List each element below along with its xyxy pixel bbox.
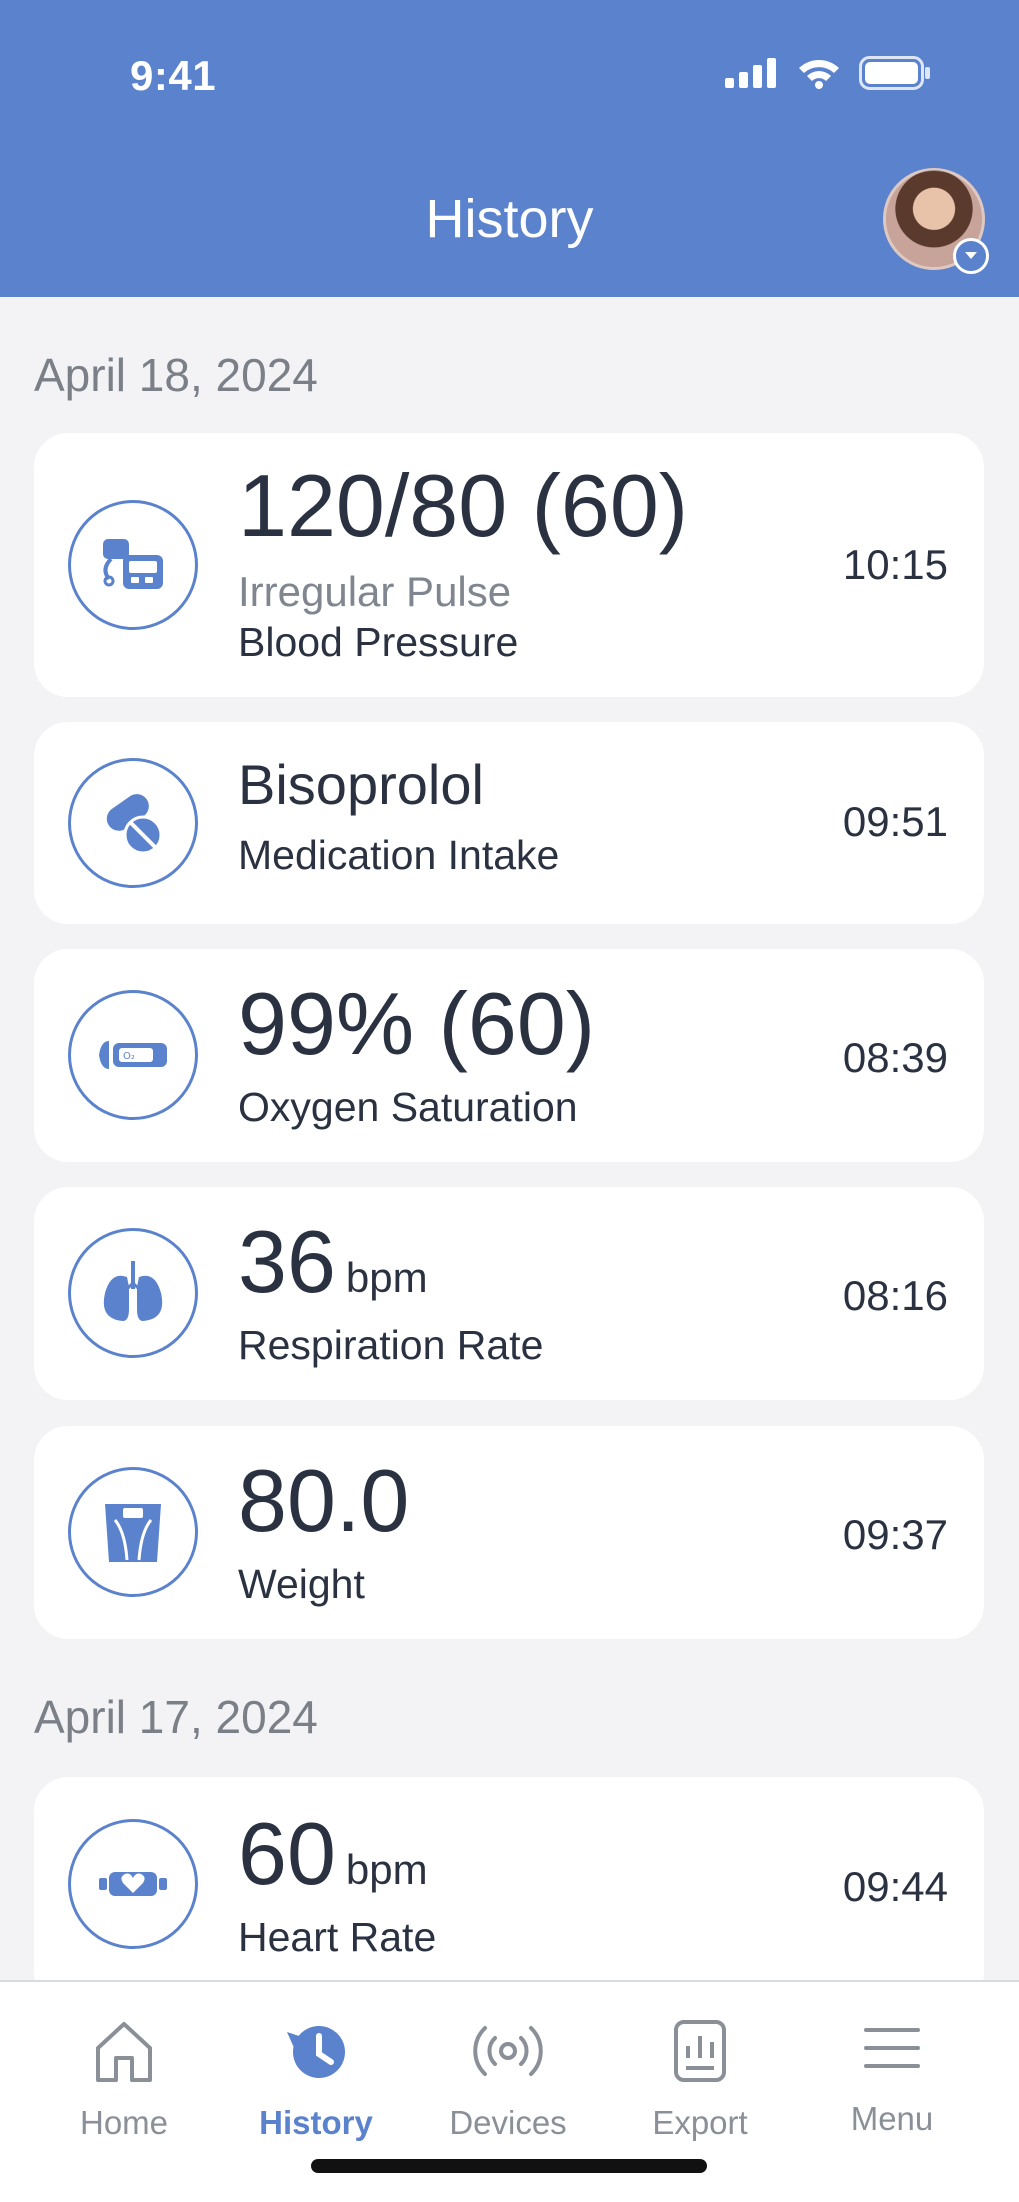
date-heading: April 17, 2024 [34, 1691, 318, 1743]
status-time: 9:41 [130, 52, 217, 99]
page-title: History [425, 189, 594, 249]
history-icon [220, 2018, 412, 2084]
export-icon [604, 2018, 796, 2084]
tab-label: Menu [850, 2100, 934, 2137]
home-indicator [311, 2159, 707, 2173]
history-entry-weight[interactable]: 80.0 Weight 09:37 [34, 1426, 984, 1639]
entry-note: Irregular Pulse [238, 568, 512, 615]
history-entry-heart-rate[interactable]: 60 bpm Heart Rate 09:44 [34, 1777, 984, 2007]
entry-time: 08:16 [842, 1272, 948, 1319]
entry-value: 120/80 (60) [238, 456, 689, 555]
app-header: 9:41 History [0, 0, 1019, 297]
entry-value: Bisoprolol [238, 753, 484, 816]
tab-label: Home [79, 2104, 169, 2141]
status-icons [725, 56, 931, 90]
chevron-down-icon[interactable] [953, 238, 989, 274]
cellular-signal-icon [725, 58, 776, 88]
entry-label: Heart Rate [238, 1914, 437, 1960]
entry-value-number: 60 [238, 1804, 336, 1903]
tab-menu[interactable]: Menu [796, 1982, 988, 2142]
entry-label: Blood Pressure [238, 619, 519, 665]
lungs-icon [68, 1228, 198, 1358]
pill-icon [68, 758, 198, 888]
devices-icon [412, 2018, 604, 2084]
date-heading: April 18, 2024 [34, 349, 318, 401]
tab-export[interactable]: Export [604, 1982, 796, 2142]
home-icon [28, 2018, 220, 2084]
entry-label: Medication Intake [238, 832, 560, 878]
tab-label: Export [652, 2104, 748, 2141]
entry-label: Respiration Rate [238, 1322, 544, 1368]
entry-value-number: 36 [238, 1212, 336, 1311]
tab-label: History [259, 2104, 373, 2141]
tab-history[interactable]: History [220, 1982, 412, 2142]
entry-time: 09:37 [842, 1511, 948, 1558]
blood-pressure-monitor-icon [68, 500, 198, 630]
menu-icon [796, 2018, 988, 2078]
weight-scale-icon [68, 1467, 198, 1597]
entry-unit: bpm [345, 1846, 428, 1893]
entry-time: 09:44 [842, 1863, 948, 1910]
entry-value: 60 bpm [238, 1803, 428, 1905]
tab-label: Devices [449, 2104, 567, 2141]
heart-rate-band-icon [68, 1819, 198, 1949]
entry-time: 08:39 [842, 1034, 948, 1081]
tab-devices[interactable]: Devices [412, 1982, 604, 2142]
pulse-oximeter-icon: O₂ [68, 990, 198, 1120]
history-entry-blood-pressure[interactable]: 120/80 (60) Irregular Pulse Blood Pressu… [34, 433, 984, 697]
tab-home[interactable]: Home [28, 1982, 220, 2142]
entry-label: Weight [238, 1561, 365, 1607]
entry-value: 36 bpm [238, 1211, 428, 1313]
svg-text:O₂: O₂ [123, 1051, 135, 1062]
entry-time: 10:15 [842, 541, 948, 588]
entry-unit: bpm [345, 1254, 428, 1301]
history-entry-medication[interactable]: Bisoprolol Medication Intake 09:51 [34, 722, 984, 924]
history-entry-respiration-rate[interactable]: 36 bpm Respiration Rate 08:16 [34, 1187, 984, 1400]
entry-value: 80.0 [238, 1451, 410, 1550]
entry-time: 09:51 [842, 798, 948, 845]
wifi-icon [799, 60, 839, 89]
history-entry-oxygen-saturation[interactable]: O₂ 99% (60) Oxygen Saturation 08:39 [34, 949, 984, 1162]
battery-icon [859, 56, 930, 90]
entry-value: 99% (60) [238, 974, 596, 1073]
entry-label: Oxygen Saturation [238, 1084, 578, 1130]
